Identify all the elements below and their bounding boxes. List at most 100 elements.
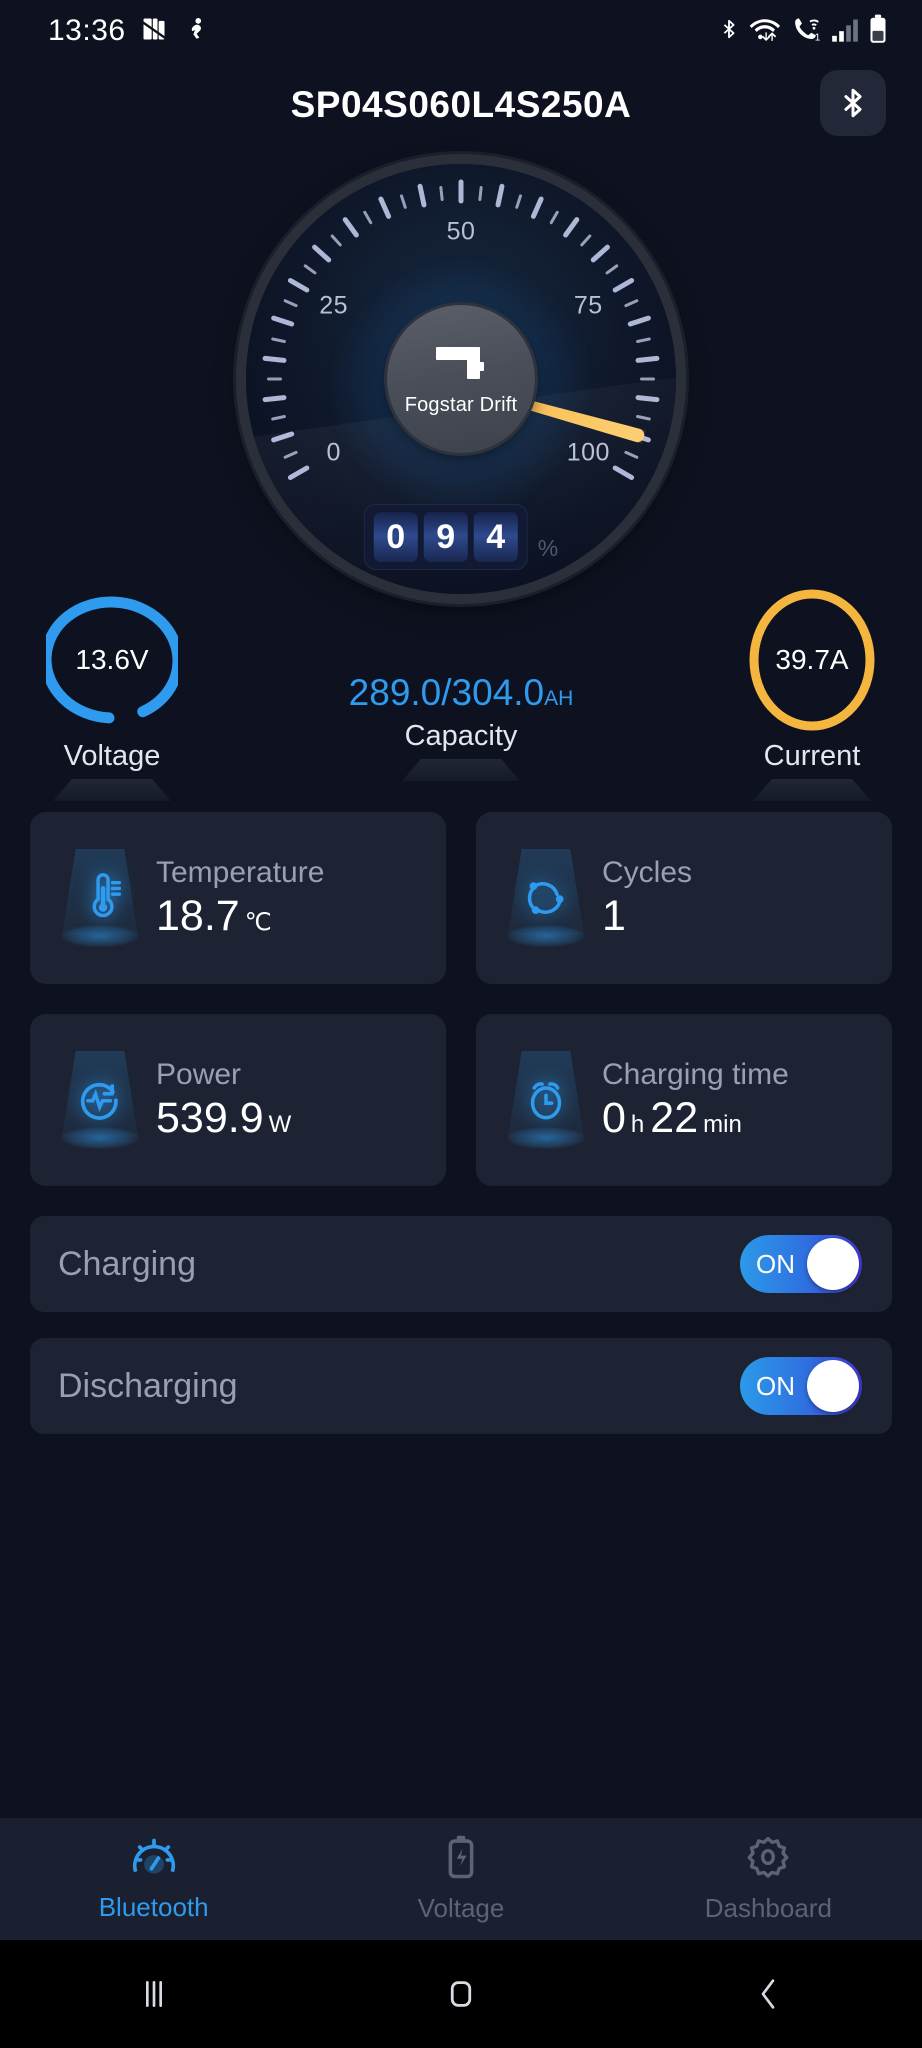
status-bar: 13:36 1 [0,0,922,62]
metric-value: 539.9 W [156,1094,291,1143]
metric-card-cycles[interactable]: Cycles 1 [476,812,892,984]
nav-item-dashboard[interactable]: Dashboard [615,1834,922,1924]
status-bar-clock: 13:36 [48,14,126,47]
fitness-icon [182,15,208,48]
metric-hours: 0 [602,1093,626,1142]
back-icon[interactable] [615,1974,922,2014]
metric-hours-unit: h [630,1110,645,1138]
soc-unit-label: % [537,535,559,561]
discharging-toggle-knob [807,1360,859,1412]
voltage-pedestal [53,779,171,801]
metric-value: 0 h 22 min [602,1094,789,1143]
metric-text: Temperature 18.7 ℃ [156,856,324,941]
bottom-navigation: Bluetooth Voltage Dashboard [0,1818,922,1940]
home-icon[interactable] [307,1973,614,2015]
readout-row: 13.6V Voltage 289.0/304.0AH Capacity 39.… [0,586,922,801]
soc-digit: 4 [473,512,518,562]
capacity-number: 289.0/304.0 [348,672,545,713]
gear-icon [745,1834,791,1885]
title-bar: SP04S060L4S250A [0,62,922,148]
svg-text:1: 1 [815,32,821,43]
power-pulse-icon [52,1045,148,1155]
bluetooth-connect-button[interactable] [820,70,886,136]
gauge-brand-label: Fogstar Drift [404,394,518,416]
metric-label: Charging time [602,1057,789,1091]
metric-label: Temperature [156,855,325,889]
status-bar-left: 13:36 [48,14,208,48]
charging-toggle[interactable]: ON [740,1235,862,1293]
discharging-switch-row[interactable]: Discharging ON [30,1338,892,1434]
metric-text: Cycles 1 [602,856,692,941]
capacity-value: 289.0/304.0AH [296,586,626,714]
battery-bolt-icon [443,1834,479,1885]
nav-item-voltage[interactable]: Voltage [307,1834,614,1924]
metric-number: 1 [602,891,626,940]
voltage-value: 13.6V [75,644,149,675]
soc-digit: 9 [423,512,468,562]
metric-text: Power 539.9 W [156,1058,291,1143]
thermometer-icon [52,843,148,953]
discharging-label: Discharging [58,1366,238,1405]
soc-gauge-section: 0 25 50 75 100 Fogstar Drift 0 9 4 % [0,164,922,634]
gauge-hub: Fogstar Drift [387,305,535,453]
signal-icon [831,16,859,49]
capacity-readout: 289.0/304.0AH Capacity [296,586,626,781]
metric-card-charging-time[interactable]: Charging time 0 h 22 min [476,1014,892,1186]
metric-card-temperature[interactable]: Temperature 18.7 ℃ [30,812,446,984]
page-title: SP04S060L4S250A [290,84,632,125]
bluetooth-icon [844,88,862,118]
discharging-toggle-state: ON [756,1370,795,1401]
current-pedestal [753,779,871,801]
charging-toggle-state: ON [756,1248,795,1279]
metric-card-power[interactable]: Power 539.9 W [30,1014,446,1186]
metric-cards: Temperature 18.7 ℃ Cycles 1 Power 539.9 … [0,812,922,1186]
gauge-tick-label: 0 [326,438,341,466]
metric-unit: W [268,1110,292,1138]
speedometer-icon [130,1835,178,1884]
soc-digit-display: 0 9 4 % [363,504,559,570]
gauge-tick-label: 75 [573,291,603,319]
switch-section: Charging ON Discharging ON [0,1216,922,1434]
metric-text: Charging time 0 h 22 min [602,1058,789,1143]
current-ring: 39.7A [746,586,878,734]
voltage-label: Voltage [63,740,161,772]
nav-label-voltage: Voltage [417,1893,505,1923]
voltage-ring: 13.6V [46,586,178,734]
fogstar-f-logo [432,341,490,390]
metric-unit: ℃ [244,908,272,936]
capacity-label: Capacity [404,720,518,752]
soc-digit-box: 0 9 4 [363,504,528,570]
metric-number: 18.7 [156,891,240,940]
metric-minutes: 22 [650,1093,699,1142]
cycles-icon [498,843,594,953]
wifi-data-icon [749,14,783,49]
recents-icon[interactable] [0,1974,307,2014]
metric-value: 1 [602,892,692,941]
nav-label-dashboard: Dashboard [704,1893,832,1923]
charging-toggle-knob [807,1238,859,1290]
metric-card-row: Temperature 18.7 ℃ Cycles 1 [30,812,892,984]
current-label: Current [763,740,861,772]
discharging-toggle[interactable]: ON [740,1357,862,1415]
gauge-tick-label: 100 [566,438,610,466]
bluetooth-icon [718,14,740,49]
android-navigation-bar [0,1940,922,2048]
soc-digit: 0 [373,512,418,562]
metric-number: 539.9 [156,1093,264,1142]
charging-switch-row[interactable]: Charging ON [30,1216,892,1312]
metric-value: 18.7 ℃ [156,892,324,941]
nav-label-bluetooth: Bluetooth [98,1892,209,1922]
charging-label: Charging [58,1244,196,1283]
nav-item-bluetooth[interactable]: Bluetooth [0,1835,307,1923]
current-readout: 39.7A Current [722,586,902,801]
metric-label: Cycles [602,855,693,889]
voltage-readout: 13.6V Voltage [22,586,202,801]
current-value: 39.7A [775,644,849,675]
gauge-tick-label: 25 [319,291,349,319]
antivirus-icon [140,15,168,48]
status-bar-right: 1 [718,14,888,49]
capacity-unit: AH [544,687,574,710]
metric-minutes-unit: min [703,1110,742,1138]
app-screen: 13:36 1 SP04S060L4S250A 0 25 50 75 100 F… [0,0,922,2048]
capacity-pedestal [402,759,520,781]
